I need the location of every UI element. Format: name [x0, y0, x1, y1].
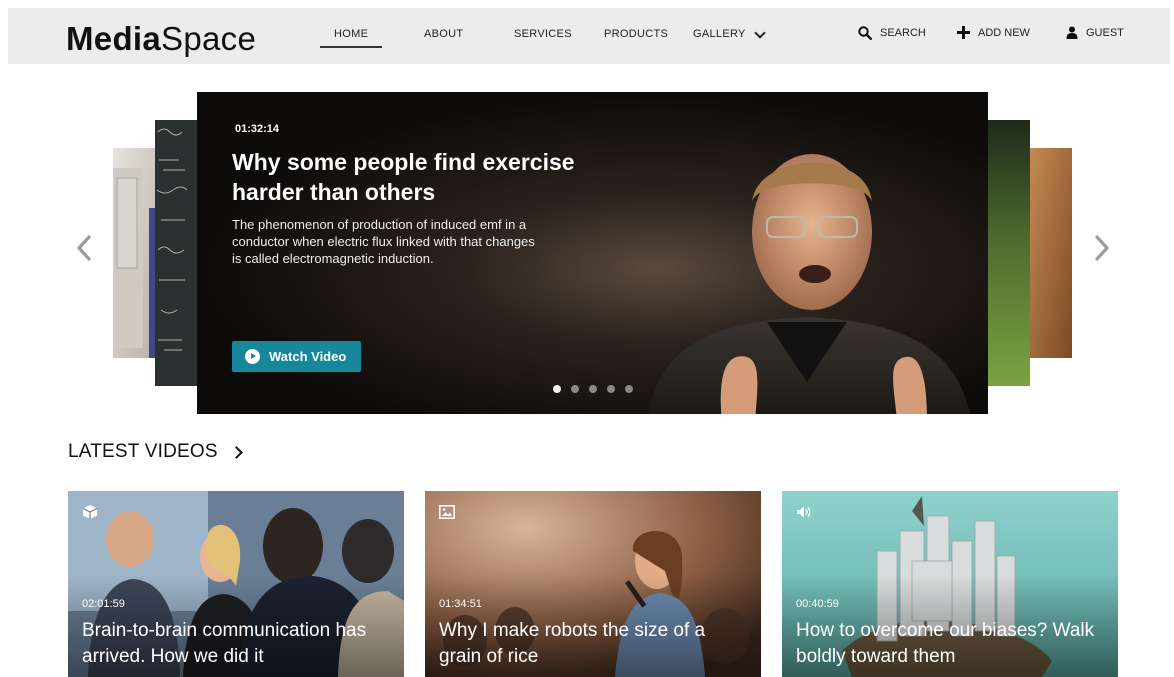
plus-icon	[957, 26, 970, 39]
video-card[interactable]: 01:34:51 Why I make robots the size of a…	[425, 491, 761, 677]
carousel-next-card	[988, 120, 1030, 386]
search-button[interactable]: SEARCH	[858, 26, 926, 40]
carousel-next-card-far	[1030, 148, 1072, 358]
add-new-label: ADD NEW	[978, 26, 1030, 39]
latest-videos-label: LATEST VIDEOS	[68, 441, 218, 462]
chevron-right-icon	[229, 445, 243, 459]
brand-logo[interactable]: MediaSpace	[66, 20, 256, 58]
nav-gallery-label: GALLERY	[693, 28, 746, 40]
watch-video-button[interactable]: Watch Video	[232, 341, 362, 372]
carousel-prev-card-far	[113, 148, 157, 358]
hero-description: The phenomenon of production of induced …	[232, 217, 535, 266]
hero-title: Why some people find exercise harder tha…	[232, 149, 575, 205]
carousel-dot[interactable]	[571, 385, 579, 393]
carousel-dot[interactable]	[625, 385, 633, 393]
carousel-dot[interactable]	[607, 385, 615, 393]
carousel-prev-card	[155, 120, 197, 386]
search-label: SEARCH	[880, 27, 926, 39]
nav-services[interactable]: SERVICES	[514, 28, 572, 40]
video-card[interactable]: 00:40:59 How to overcome our biases? Wal…	[782, 491, 1118, 677]
guest-button[interactable]: GUEST	[1066, 26, 1124, 39]
video-title: Brain-to-brain communication has arrived…	[82, 620, 367, 667]
play-icon	[245, 349, 260, 364]
search-icon	[858, 26, 872, 40]
image-icon	[439, 505, 455, 519]
hero-slide[interactable]: 01:32:14 Why some people find exercise h…	[197, 92, 988, 414]
audio-icon	[797, 506, 811, 518]
user-icon	[1066, 26, 1078, 39]
hero-speaker-image	[648, 154, 971, 414]
video-duration: 01:34:51	[439, 598, 482, 610]
watch-video-label: Watch Video	[269, 349, 347, 364]
nav-gallery[interactable]: GALLERY	[693, 27, 766, 40]
nav-about[interactable]: ABOUT	[424, 28, 463, 40]
nav-products[interactable]: PRODUCTS	[604, 28, 668, 40]
carousel-dot[interactable]	[589, 385, 597, 393]
nav-home[interactable]: HOME	[319, 28, 383, 48]
video-duration: 00:40:59	[796, 598, 839, 610]
carousel-dot[interactable]	[553, 385, 561, 393]
carousel-next-arrow-icon[interactable]	[1092, 234, 1112, 262]
video-title: How to overcome our biases? Walk boldly …	[796, 620, 1095, 667]
hero-duration: 01:32:14	[235, 123, 280, 135]
add-new-button[interactable]: ADD NEW	[957, 26, 1030, 39]
latest-videos-heading[interactable]: LATEST VIDEOS	[68, 441, 243, 463]
carousel-prev-arrow-icon[interactable]	[74, 234, 94, 262]
chevron-down-icon	[753, 27, 766, 39]
carousel-dots	[553, 385, 633, 393]
guest-label: GUEST	[1086, 26, 1124, 39]
video-card[interactable]: 02:01:59 Brain-to-brain communication ha…	[68, 491, 404, 677]
video-title: Why I make robots the size of a grain of…	[439, 620, 706, 667]
video-duration: 02:01:59	[82, 598, 125, 610]
top-navbar: MediaSpace HOME ABOUT SERVICES PRODUCTS …	[8, 8, 1170, 64]
cube-icon	[82, 505, 98, 519]
